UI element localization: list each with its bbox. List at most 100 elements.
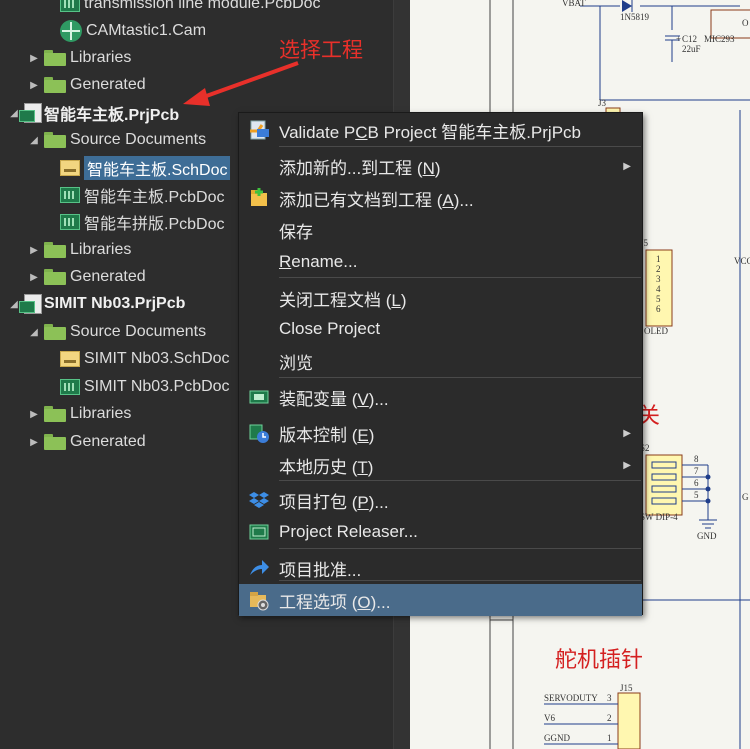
pcb-doc-icon <box>60 187 80 203</box>
folder-icon <box>44 269 66 285</box>
submenu-arrow-icon: ▶ <box>623 427 631 439</box>
menu-item[interactable]: 添加已有文档到工程 (A)... <box>239 182 642 214</box>
menu-item[interactable]: 本地历史 (T) ▶ <box>239 449 642 481</box>
menu-item-label: 本地历史 (T) <box>279 457 374 477</box>
expand-arrow-icon[interactable]: ▶ <box>28 244 40 256</box>
section-title-servo: 舵机插针 <box>555 647 644 672</box>
cap-value: 22uF <box>682 44 701 54</box>
j3-label: J3 <box>598 98 607 108</box>
menu-item-label: 添加新的...到工程 (N) <box>279 158 441 178</box>
pcb-project-icon <box>19 294 42 314</box>
diode-label: 1N5819 <box>620 12 649 22</box>
j15-pin3: 3 <box>607 693 612 703</box>
menu-item[interactable]: 项目批准... <box>239 552 642 584</box>
menu-item[interactable]: 浏览 <box>239 345 642 377</box>
menu-item[interactable]: 工程选项 (O)... <box>239 584 642 616</box>
submenu-arrow-icon: ▶ <box>623 160 631 172</box>
cap-plus: + <box>676 34 682 44</box>
j15-pin2: 2 <box>607 713 612 723</box>
dip-pin-number: 6 <box>694 478 699 488</box>
tree-item-label: SIMIT Nb03.SchDoc <box>84 350 230 367</box>
menu-item[interactable]: Validate PCB Project 智能车主板.PrjPcb <box>239 114 642 146</box>
menu-item[interactable]: 关闭工程文档 (L) <box>239 282 642 314</box>
menu-item-label: 浏览 <box>279 353 313 373</box>
validate-icon <box>239 114 279 146</box>
menu-item-label: 版本控制 (E) <box>279 425 375 445</box>
collapse-arrow-icon[interactable]: ◢ <box>28 134 40 146</box>
net-label-vcc: VCC <box>734 256 750 266</box>
assembly-variant-icon <box>239 381 279 413</box>
project-options-icon <box>239 584 279 616</box>
menu-separator <box>279 377 641 378</box>
menu-item-label: 关闭工程文档 (L) <box>279 290 407 310</box>
expand-arrow-icon[interactable]: ▶ <box>28 436 40 448</box>
menu-item-label: 保存 <box>279 222 313 242</box>
tree-item-label: Source Documents <box>70 323 207 340</box>
menu-item-label: 添加已有文档到工程 (A)... <box>279 190 474 210</box>
menu-item-label: Validate PCB Project 智能车主板.PrjPcb <box>279 122 582 142</box>
dip-pin-number: 8 <box>694 454 699 464</box>
dip-pin-number: 7 <box>694 466 699 476</box>
menu-item[interactable]: 保存 <box>239 214 642 246</box>
j15-pin1: 1 <box>607 733 612 743</box>
menu-separator <box>279 548 641 549</box>
net-partial-g: G <box>742 492 749 502</box>
menu-item[interactable]: 项目打包 (P)... <box>239 484 642 516</box>
project-context-menu: Validate PCB Project 智能车主板.PrjPcb 添加新的...… <box>238 112 643 616</box>
tree-item-label: Generated <box>70 433 146 450</box>
menu-item-label: 项目批准... <box>279 560 362 580</box>
gnd-label: GND <box>697 531 717 541</box>
approve-arrow-icon <box>239 552 279 584</box>
tree-item-label: 智能车拼版.PcbDoc <box>84 216 225 233</box>
collapse-arrow-icon[interactable]: ◢ <box>28 326 40 338</box>
tree-item-label: SIMIT Nb03.PrjPcb <box>44 295 186 312</box>
menu-item-label: Close Project <box>279 319 381 338</box>
expand-arrow-icon[interactable]: ▶ <box>28 271 40 283</box>
j5-pin-number: 2 <box>656 264 661 274</box>
net-label-ggnd: GGND <box>544 733 570 743</box>
expand-arrow-icon[interactable]: ▶ <box>28 408 40 420</box>
folder-icon <box>44 434 66 450</box>
folder-icon <box>44 132 66 148</box>
tree-item-label: Libraries <box>70 241 132 258</box>
red-arrow-annotation <box>183 61 299 106</box>
schematic-doc-icon <box>60 160 80 176</box>
schematic-doc-icon <box>60 351 80 367</box>
menu-item[interactable]: Project Releaser... <box>239 516 642 548</box>
j15-label: J15 <box>620 683 633 693</box>
project-releaser-icon <box>239 516 279 548</box>
tree-item-label: SIMIT Nb03.PcbDoc <box>84 378 230 395</box>
add-existing-icon <box>239 182 279 214</box>
net-label-vbat: VBAT <box>562 0 586 8</box>
j5-pin-number: 3 <box>656 274 661 284</box>
ic-pin-partial: O <box>742 18 749 28</box>
menu-item-label: 项目打包 (P)... <box>279 492 389 512</box>
menu-item[interactable]: 装配变量 (V)... <box>239 381 642 413</box>
menu-item-label: Rename... <box>279 252 358 271</box>
tree-item-label: Libraries <box>70 405 132 422</box>
dip-label: SW DIP-4 <box>640 512 678 522</box>
version-control-icon <box>239 417 279 449</box>
cap-name: C12 <box>682 34 698 44</box>
tree-item-label: Generated <box>70 268 146 285</box>
net-label-servoduty: SERVODUTY <box>544 693 598 703</box>
menu-item[interactable]: 版本控制 (E) ▶ <box>239 417 642 449</box>
dropbox-icon <box>239 484 279 516</box>
pcb-doc-icon <box>60 214 80 230</box>
folder-icon <box>44 406 66 422</box>
tree-item-label: Source Documents <box>70 131 207 148</box>
tree-item-label: 智能车主板.PcbDoc <box>84 189 225 206</box>
j5-pin-number: 6 <box>656 304 661 314</box>
menu-item[interactable]: Close Project <box>239 313 642 345</box>
dip-pin-number: 5 <box>694 490 699 500</box>
folder-icon <box>44 242 66 258</box>
menu-item[interactable]: Rename... <box>239 246 642 278</box>
submenu-arrow-icon: ▶ <box>623 459 631 471</box>
j5-pin-number: 5 <box>656 294 661 304</box>
menu-item[interactable]: 添加新的...到工程 (N) ▶ <box>239 150 642 182</box>
folder-icon <box>44 324 66 340</box>
menu-item-label: Project Releaser... <box>279 522 418 541</box>
j5-pin-number: 1 <box>656 254 661 264</box>
pcb-doc-icon <box>60 379 80 395</box>
menu-separator <box>279 146 641 147</box>
